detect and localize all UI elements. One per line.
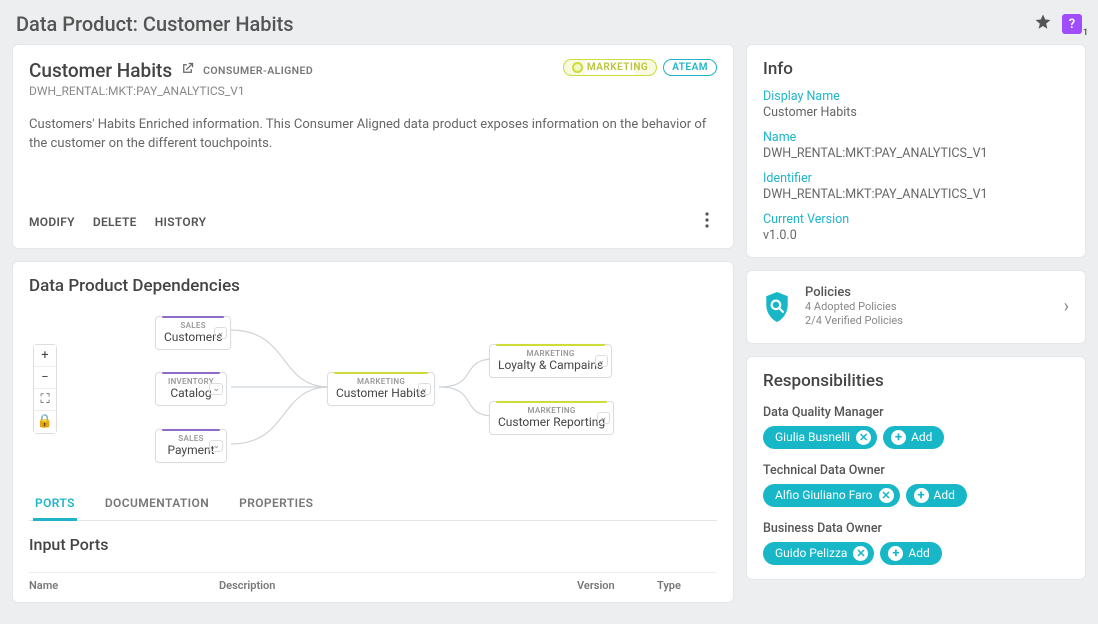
- add-label: Add: [908, 546, 929, 560]
- role-label: Data Quality Manager: [763, 405, 1069, 420]
- remove-icon[interactable]: ✕: [856, 430, 871, 445]
- more-menu-icon[interactable]: [697, 210, 717, 234]
- info-identifier-label: Identifier: [763, 171, 1069, 186]
- info-name-label: Name: [763, 130, 1069, 145]
- responsibilities-card: Responsibilities Data Quality Manager Gi…: [746, 356, 1086, 580]
- ports-table-header: Name Description Version Type: [29, 572, 717, 598]
- alignment-badge: CONSUMER-ALIGNED: [203, 64, 313, 77]
- chevron-down-icon[interactable]: ⌄: [597, 412, 611, 424]
- info-card: Info Display Name Customer Habits Name D…: [746, 44, 1086, 258]
- modify-button[interactable]: MODIFY: [29, 215, 75, 229]
- chevron-down-icon[interactable]: ⌄: [214, 327, 228, 339]
- graph-node-customers[interactable]: SALES Customers ⌄: [155, 316, 231, 350]
- share-icon[interactable]: [180, 61, 195, 80]
- chevron-down-icon[interactable]: ⌄: [209, 383, 223, 395]
- product-code: DWH_RENTAL:MKT:PAY_ANALYTICS_V1: [29, 84, 313, 98]
- info-version-label: Current Version: [763, 212, 1069, 227]
- info-version: v1.0.0: [763, 228, 1069, 243]
- node-domain: MARKETING: [498, 406, 605, 415]
- delete-button[interactable]: DELETE: [93, 215, 137, 229]
- dependencies-title: Data Product Dependencies: [29, 276, 717, 296]
- input-ports-title: Input Ports: [29, 535, 717, 554]
- tab-ports[interactable]: PORTS: [33, 488, 77, 521]
- product-title: Customer Habits: [29, 59, 172, 82]
- summary-card: Customer Habits CONSUMER-ALIGNED DWH_REN…: [12, 44, 734, 249]
- person-name: Guido Pelizza: [775, 546, 847, 560]
- node-domain: MARKETING: [498, 349, 603, 358]
- policies-card[interactable]: Policies 4 Adopted Policies 2/4 Verified…: [746, 270, 1086, 344]
- domain-chip-label: MARKETING: [587, 62, 648, 73]
- col-name: Name: [29, 579, 219, 592]
- add-person-button[interactable]: + Add: [880, 542, 941, 565]
- page-title: Data Product: Customer Habits: [16, 12, 294, 36]
- col-description: Description: [219, 579, 577, 592]
- chevron-right-icon: ›: [1064, 296, 1069, 317]
- graph-node-reporting[interactable]: MARKETING Customer Reporting ⌄: [489, 401, 614, 435]
- policies-adopted: 4 Adopted Policies: [805, 300, 903, 314]
- plus-icon: +: [891, 430, 906, 445]
- role-data-quality-manager: Data Quality Manager Giulia Busnelli ✕ +…: [763, 405, 1069, 449]
- policies-verified: 2/4 Verified Policies: [805, 314, 903, 328]
- info-display-name-label: Display Name: [763, 89, 1069, 104]
- add-person-button[interactable]: + Add: [883, 426, 944, 449]
- graph-node-habits[interactable]: MARKETING Customer Habits ⌄: [327, 372, 435, 406]
- product-description: Customers' Habits Enriched information. …: [29, 116, 709, 154]
- add-label: Add: [934, 488, 955, 502]
- info-title: Info: [763, 59, 1069, 79]
- chevron-down-icon[interactable]: ⌄: [418, 383, 432, 395]
- role-business-data-owner: Business Data Owner Guido Pelizza ✕ + Ad…: [763, 521, 1069, 565]
- responsibilities-title: Responsibilities: [763, 371, 1069, 391]
- info-display-name: Customer Habits: [763, 105, 1069, 120]
- plus-icon: +: [888, 546, 903, 561]
- node-domain: MARKETING: [336, 377, 426, 386]
- domain-chip[interactable]: MARKETING: [563, 59, 657, 76]
- col-type: Type: [657, 579, 717, 592]
- graph-node-payment[interactable]: SALES Payment ⌄: [155, 429, 227, 463]
- policies-title: Policies: [805, 285, 903, 300]
- detail-tabs: PORTS DOCUMENTATION PROPERTIES: [29, 488, 717, 521]
- star-icon[interactable]: [1034, 13, 1052, 35]
- role-label: Technical Data Owner: [763, 463, 1069, 478]
- person-name: Giulia Busnelli: [775, 430, 850, 444]
- role-technical-data-owner: Technical Data Owner Alfio Giuliano Faro…: [763, 463, 1069, 507]
- remove-icon[interactable]: ✕: [879, 488, 894, 503]
- help-icon[interactable]: ?: [1062, 14, 1082, 34]
- history-button[interactable]: HISTORY: [155, 215, 207, 229]
- team-chip[interactable]: ATEAM: [663, 59, 717, 76]
- person-pill[interactable]: Guido Pelizza ✕: [763, 542, 874, 565]
- plus-icon: +: [914, 488, 929, 503]
- person-pill[interactable]: Alfio Giuliano Faro ✕: [763, 484, 900, 507]
- domain-dot-icon: [572, 62, 583, 73]
- remove-icon[interactable]: ✕: [853, 546, 868, 561]
- role-label: Business Data Owner: [763, 521, 1069, 536]
- chevron-down-icon[interactable]: ⌄: [209, 440, 223, 452]
- info-identifier: DWH_RENTAL:MKT:PAY_ANALYTICS_V1: [763, 187, 1069, 202]
- node-name: Customer Reporting: [498, 415, 605, 429]
- dependencies-card: Data Product Dependencies + − ⛶ 🔒: [12, 261, 734, 603]
- col-version: Version: [577, 579, 657, 592]
- graph-node-loyalty[interactable]: MARKETING Loyalty & Campains ⌄: [489, 344, 612, 378]
- tab-documentation[interactable]: DOCUMENTATION: [103, 488, 211, 520]
- node-name: Loyalty & Campains: [498, 358, 603, 372]
- add-person-button[interactable]: + Add: [906, 484, 967, 507]
- add-label: Add: [911, 430, 932, 444]
- tab-properties[interactable]: PROPERTIES: [237, 488, 315, 520]
- info-name: DWH_RENTAL:MKT:PAY_ANALYTICS_V1: [763, 146, 1069, 161]
- graph-node-catalog[interactable]: INVENTORY Catalog ⌄: [155, 372, 227, 406]
- chevron-down-icon[interactable]: ⌄: [595, 355, 609, 367]
- person-name: Alfio Giuliano Faro: [775, 488, 873, 502]
- node-name: Customer Habits: [336, 386, 426, 400]
- dependency-graph[interactable]: + − ⛶ 🔒 SALES Cu: [29, 304, 717, 480]
- person-pill[interactable]: Giulia Busnelli ✕: [763, 426, 877, 449]
- shield-search-icon: [763, 292, 791, 322]
